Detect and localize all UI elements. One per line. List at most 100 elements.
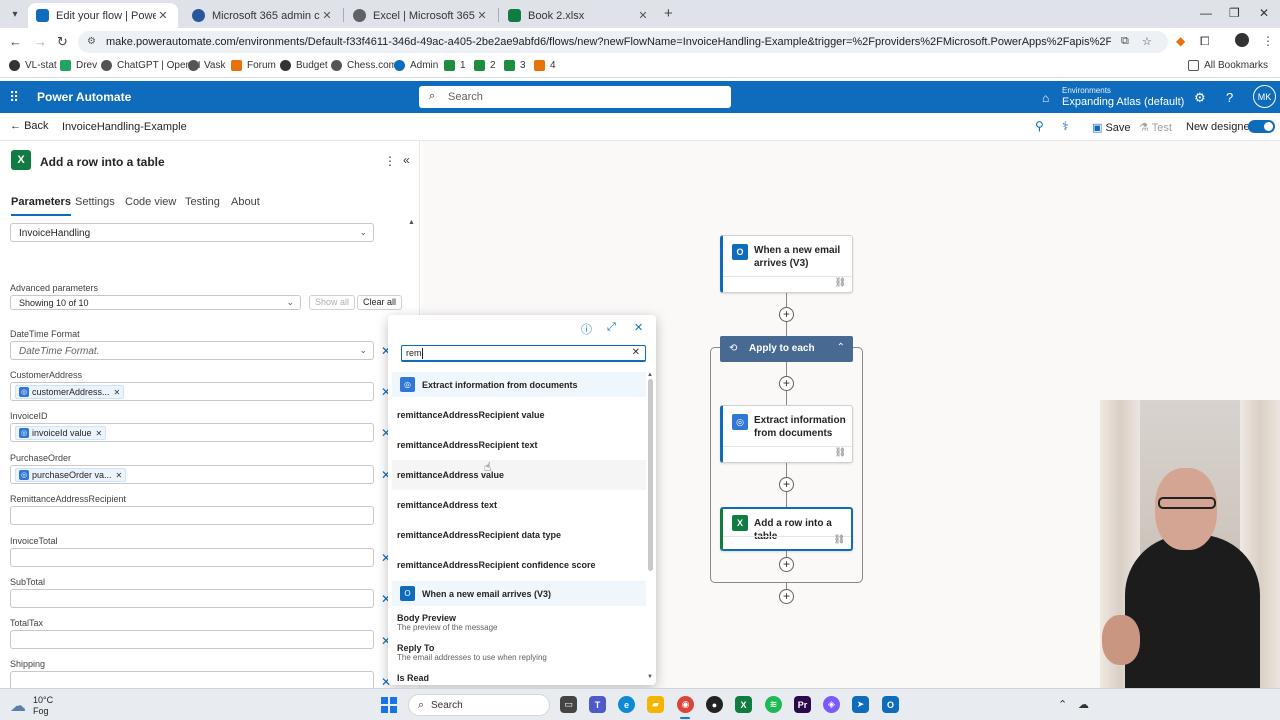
browser-menu-icon[interactable]: ⋮	[1262, 34, 1274, 48]
site-info-icon[interactable]: ⚙	[87, 36, 96, 47]
browser-tab-book2[interactable]: Book 2.xlsx ✕	[500, 3, 658, 28]
group-header-new-email[interactable]: O When a new email arrives (V3)	[392, 581, 646, 606]
list-item[interactable]: remittanceAddressRecipient text	[392, 430, 646, 460]
scroll-down-arrow-icon[interactable]: ▼	[647, 674, 653, 680]
bookmark-chatgpt[interactable]: ChatGPT | OpenAI	[101, 60, 201, 71]
scrollbar-thumb[interactable]	[648, 379, 653, 571]
dynamic-token[interactable]: ◎ customerAddress... ✕	[15, 385, 125, 399]
tray-chevron-up-icon[interactable]: ⌃	[1058, 698, 1067, 711]
tab-search-chevron-icon[interactable]: ▾	[6, 5, 24, 23]
action-card-add-row[interactable]: X Add a row into a table ⛓	[720, 507, 853, 551]
action-card-extract-information[interactable]: ◎ Extract information from documents ⛓	[720, 405, 853, 463]
scroll-up-arrow-icon[interactable]: ▲	[647, 372, 653, 378]
list-item[interactable]: remittanceAddress text	[392, 490, 646, 520]
tab-code-view[interactable]: Code view	[125, 196, 176, 208]
bookmark-budget[interactable]: Budget	[280, 60, 328, 71]
extension-fox-icon[interactable]: ◆	[1176, 34, 1185, 48]
power-automate-icon[interactable]: ➤	[852, 696, 869, 713]
advanced-parameters-dropdown[interactable]: Showing 10 of 10 ⌄	[10, 295, 301, 310]
user-avatar[interactable]: MK	[1253, 85, 1276, 108]
scroll-up-arrow-icon[interactable]: ▲	[408, 219, 415, 226]
collapse-pane-icon[interactable]: «	[403, 153, 410, 167]
close-icon[interactable]: ✕	[636, 9, 650, 22]
edge-icon[interactable]: e	[618, 696, 635, 713]
taskbar-search[interactable]: ⌕ Search	[408, 694, 550, 716]
install-app-icon[interactable]: ⧉	[1121, 35, 1129, 48]
list-item[interactable]: Reply To The email addresses to use when…	[392, 639, 646, 669]
window-close-icon[interactable]: ✕	[1259, 6, 1269, 20]
close-icon[interactable]: ✕	[475, 9, 489, 22]
action-title[interactable]: Add a row into a table	[40, 155, 165, 169]
invoice-id-field[interactable]: ◎ invoiceId value ✕	[10, 423, 374, 442]
trigger-card-new-email[interactable]: O When a new email arrives (V3) ⛓	[720, 235, 853, 293]
browser-tab-excel[interactable]: Excel | Microsoft 365 ✕	[345, 3, 497, 28]
clear-all-button[interactable]: Clear all	[357, 295, 403, 310]
close-icon[interactable]: ✕	[320, 9, 334, 22]
list-item[interactable]: remittanceAddressRecipient value	[392, 400, 646, 430]
app-name[interactable]: Power Automate	[37, 90, 131, 104]
back-arrow-icon[interactable]: ←	[9, 34, 22, 49]
more-options-icon[interactable]: ⋮	[384, 154, 396, 168]
remove-token-x-icon[interactable]: ✕	[116, 471, 123, 480]
tab-testing[interactable]: Testing	[185, 196, 220, 208]
invoice-total-field[interactable]	[10, 548, 374, 567]
dynamic-token[interactable]: ◎ purchaseOrder va... ✕	[15, 468, 127, 482]
browser-tab-power-automate[interactable]: Edit your flow | Power Automate ✕	[28, 3, 178, 28]
bookmark-2[interactable]: 2	[474, 60, 496, 71]
add-step-plus-icon[interactable]: +	[779, 307, 794, 322]
bookmark-4[interactable]: 4	[534, 60, 556, 71]
new-designer-toggle[interactable]	[1248, 120, 1275, 133]
windows-start-icon[interactable]	[381, 697, 397, 713]
dynamic-token[interactable]: ◎ invoiceId value ✕	[15, 426, 107, 440]
info-icon[interactable]: ⓘ	[581, 321, 592, 337]
expand-icon[interactable]: ⤢	[607, 321, 616, 334]
settings-gear-icon[interactable]: ⚙	[1194, 90, 1206, 106]
copilot-icon[interactable]: ⚲	[1035, 119, 1044, 133]
tab-about[interactable]: About	[231, 196, 260, 208]
reload-icon[interactable]: ↻	[57, 34, 68, 50]
bookmark-vl-stat[interactable]: VL-stat	[9, 60, 57, 71]
maximize-icon[interactable]: ❐	[1229, 6, 1240, 20]
flow-name[interactable]: InvoiceHandling-Example	[62, 121, 187, 133]
help-question-icon[interactable]: ?	[1226, 90, 1233, 105]
bookmark-1[interactable]: 1	[444, 60, 466, 71]
subtotal-field[interactable]	[10, 589, 374, 608]
bookmark-3[interactable]: 3	[504, 60, 526, 71]
customer-address-field[interactable]: ◎ customerAddress... ✕	[10, 382, 374, 401]
close-icon[interactable]: ✕	[634, 321, 643, 334]
group-header-extract-information[interactable]: ◎ Extract information from documents	[392, 372, 646, 397]
bookmark-forum[interactable]: Forum	[231, 60, 276, 71]
list-item[interactable]: Is Read	[392, 669, 646, 684]
remittance-address-recipient-field[interactable]	[10, 506, 374, 525]
bookmark-chess[interactable]: Chess.com	[331, 60, 397, 71]
bookmark-star-icon[interactable]: ☆	[1142, 35, 1152, 48]
address-bar[interactable]: ⚙ make.powerautomate.com/environments/De…	[78, 31, 1168, 53]
task-view-icon[interactable]: ▭	[560, 696, 577, 713]
total-tax-field[interactable]	[10, 630, 374, 649]
network-icon[interactable]: ☁	[1078, 698, 1089, 711]
outlook-icon[interactable]: O	[882, 696, 899, 713]
back-button[interactable]: ← Back	[10, 120, 49, 132]
apply-to-each-header[interactable]: ⟲ Apply to each ⌃	[720, 336, 853, 362]
app-launcher-waffle-icon[interactable]: ⠿	[9, 89, 19, 106]
chevron-up-icon[interactable]: ⌃	[837, 342, 845, 353]
remove-token-x-icon[interactable]: ✕	[114, 388, 121, 397]
browser-tab-m365-admin[interactable]: Microsoft 365 admin center ✕	[184, 3, 342, 28]
forward-arrow-icon[interactable]: →	[34, 34, 47, 49]
extensions-puzzle-icon[interactable]: ⧠	[1200, 34, 1210, 49]
profile-avatar-icon[interactable]	[1235, 33, 1249, 47]
header-search-box[interactable]: ⌕ Search	[419, 86, 731, 108]
all-bookmarks[interactable]: All Bookmarks	[1188, 60, 1268, 71]
bookmark-drev[interactable]: Drev	[60, 60, 97, 71]
table-dropdown[interactable]: InvoiceHandling ⌄	[10, 223, 374, 242]
dynamic-content-search-input[interactable]: rem ✕	[401, 345, 646, 362]
save-button[interactable]: ▣ Save	[1092, 121, 1131, 134]
list-item[interactable]: remittanceAddressRecipient confidence sc…	[392, 550, 646, 580]
list-item[interactable]: remittanceAddressRecipient data type	[392, 520, 646, 550]
add-step-plus-icon[interactable]: +	[779, 589, 794, 604]
excel-icon[interactable]: X	[735, 696, 752, 713]
bookmark-vask[interactable]: Vask	[188, 60, 226, 71]
tab-settings[interactable]: Settings	[75, 196, 115, 208]
add-step-plus-icon[interactable]: +	[779, 557, 794, 572]
spotify-icon[interactable]: ≋	[765, 696, 782, 713]
